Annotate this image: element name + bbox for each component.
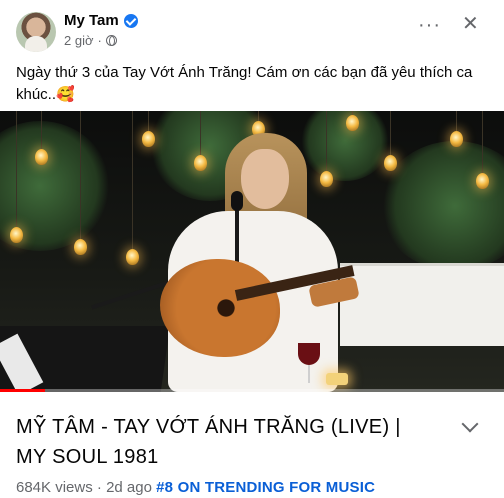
globe-icon[interactable] <box>105 35 117 46</box>
meta-dot: · <box>96 479 102 496</box>
trending-tag[interactable]: #8 ON TRENDING FOR MUSIC <box>156 479 375 496</box>
post-meta: 2 giờ · <box>64 33 117 48</box>
post-caption: Ngày thứ 3 của Tay Vớt Ánh Trăng! Cám ơn… <box>16 64 473 103</box>
link-meta: 684K views · 2d ago #8 ON TRENDING FOR M… <box>16 479 375 496</box>
link-preview-card[interactable]: MỸ TÂM - TAY VỚT ÁNH TRĂNG (LIVE) | MY S… <box>0 392 504 498</box>
meta-separator: · <box>97 33 102 48</box>
chevron-down-icon[interactable] <box>461 415 479 433</box>
link-title[interactable]: MỸ TÂM - TAY VỚT ÁNH TRĂNG (LIVE) | MY S… <box>16 412 436 472</box>
post-time[interactable]: 2 giờ <box>64 33 94 48</box>
author-row: My Tam <box>64 12 138 29</box>
more-options-icon[interactable]: ··· <box>418 15 441 35</box>
author-avatar[interactable] <box>16 12 56 52</box>
verified-badge-icon <box>123 13 138 28</box>
facebook-post: My Tam 2 giờ · ··· ✕ Ngày thứ 3 của Tay … <box>0 0 504 498</box>
view-count: 684K views <box>16 479 93 496</box>
video-thumbnail[interactable] <box>0 111 504 392</box>
author-name[interactable]: My Tam <box>64 12 119 29</box>
close-icon[interactable]: ✕ <box>462 14 479 34</box>
upload-age: 2d ago <box>106 479 152 496</box>
